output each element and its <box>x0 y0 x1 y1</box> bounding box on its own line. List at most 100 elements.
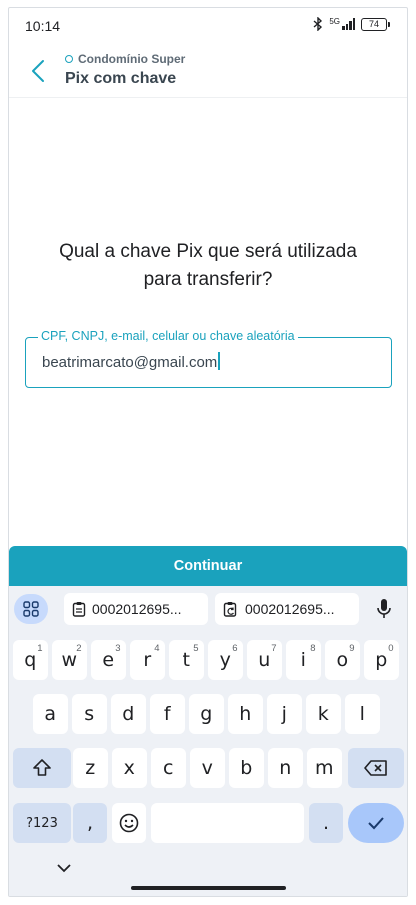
hide-keyboard-icon[interactable] <box>54 860 74 876</box>
shift-icon <box>33 759 51 776</box>
key-label: e <box>102 649 115 671</box>
key-label: m <box>314 757 334 779</box>
bluetooth-icon <box>313 17 323 31</box>
key-y[interactable]: y6 <box>208 640 243 680</box>
key-label: n <box>279 757 292 779</box>
key-label: g <box>200 703 213 725</box>
key-hint: 7 <box>271 643 277 654</box>
key-e[interactable]: e3 <box>91 640 126 680</box>
question-text: Qual a chave Pix que será utilizada para… <box>59 241 357 290</box>
key-hint: 0 <box>388 643 394 654</box>
key-label: x <box>123 757 135 779</box>
period-key[interactable]: . <box>309 803 343 843</box>
key-label: t <box>182 649 190 671</box>
key-label: f <box>163 703 171 725</box>
key-a[interactable]: a <box>33 694 68 734</box>
battery-icon: 74 <box>361 17 390 31</box>
header-subtitle: Condomínio Super <box>65 52 185 66</box>
key-r[interactable]: r4 <box>130 640 165 680</box>
emoji-icon <box>119 813 139 833</box>
space-key[interactable] <box>151 803 304 843</box>
home-indicator[interactable] <box>131 886 286 890</box>
continue-button[interactable]: Continuar <box>9 546 407 586</box>
key-label: s <box>84 703 95 725</box>
backspace-icon <box>364 760 387 776</box>
key-v[interactable]: v <box>190 748 225 788</box>
key-x[interactable]: x <box>112 748 147 788</box>
comma-key[interactable]: , <box>73 803 107 843</box>
symbols-key[interactable]: ?123 <box>13 803 71 843</box>
soft-keyboard: 0002012695... 0002012695... q1w2e3r4t5y6… <box>9 586 407 896</box>
key-label: p <box>375 649 388 671</box>
key-label: l <box>359 703 365 725</box>
clipboard-suggestion-1[interactable]: 0002012695... <box>64 593 208 625</box>
key-s[interactable]: s <box>72 694 107 734</box>
key-label: k <box>317 703 329 725</box>
key-label: j <box>281 703 287 725</box>
clipboard-sync-icon <box>223 602 237 617</box>
navigation-bar <box>9 848 407 896</box>
key-label: a <box>44 703 57 725</box>
key-label: y <box>219 649 231 671</box>
enter-key[interactable] <box>348 803 404 843</box>
key-n[interactable]: n <box>268 748 303 788</box>
clipboard-icon <box>72 602 86 617</box>
clipboard-suggestion-2[interactable]: 0002012695... <box>215 593 359 625</box>
key-m[interactable]: m <box>307 748 342 788</box>
status-icons: 5G 74 <box>313 16 390 31</box>
key-label: w <box>61 649 78 671</box>
key-label: o <box>336 649 349 671</box>
key-u[interactable]: u7 <box>247 640 282 680</box>
key-d[interactable]: d <box>111 694 146 734</box>
page-title: Pix com chave <box>65 70 177 87</box>
emoji-key[interactable] <box>112 803 146 843</box>
key-b[interactable]: b <box>229 748 264 788</box>
key-label: d <box>122 703 135 725</box>
key-hint: 3 <box>115 643 121 654</box>
keyboard-suggestion-bar: 0002012695... 0002012695... <box>9 586 407 630</box>
pix-key-label: CPF, CNPJ, e-mail, celular ou chave alea… <box>38 329 298 343</box>
key-f[interactable]: f <box>150 694 185 734</box>
key-label: z <box>85 757 96 779</box>
backspace-key[interactable] <box>348 748 404 788</box>
back-arrow-icon[interactable] <box>27 58 49 84</box>
key-hint: 2 <box>76 643 82 654</box>
apps-grid-icon[interactable] <box>14 594 48 624</box>
key-hint: 6 <box>232 643 238 654</box>
key-label: i <box>300 649 306 671</box>
key-label: q <box>24 649 37 671</box>
key-h[interactable]: h <box>228 694 263 734</box>
key-hint: 9 <box>349 643 355 654</box>
text-cursor <box>218 352 221 370</box>
key-g[interactable]: g <box>189 694 224 734</box>
key-label: h <box>239 703 252 725</box>
pix-key-input[interactable]: CPF, CNPJ, e-mail, celular ou chave alea… <box>25 329 392 388</box>
status-bar: 10:14 5G 74 <box>9 8 407 44</box>
key-o[interactable]: o9 <box>325 640 360 680</box>
key-label: v <box>201 757 213 779</box>
key-hint: 8 <box>310 643 316 654</box>
app-header: Condomínio Super Pix com chave <box>9 44 407 98</box>
key-label: b <box>240 757 253 779</box>
pix-key-value: beatrimarcato@gmail.com <box>42 352 221 371</box>
key-c[interactable]: c <box>151 748 186 788</box>
key-j[interactable]: j <box>267 694 302 734</box>
circle-icon <box>65 55 73 63</box>
key-hint: 5 <box>193 643 199 654</box>
key-hint: 4 <box>154 643 160 654</box>
network-type: 5G <box>329 16 340 26</box>
key-z[interactable]: z <box>73 748 108 788</box>
shift-key[interactable] <box>13 748 71 788</box>
status-time: 10:14 <box>25 18 61 34</box>
key-q[interactable]: q1 <box>13 640 48 680</box>
key-label: c <box>163 757 174 779</box>
key-l[interactable]: l <box>345 694 380 734</box>
microphone-icon[interactable] <box>369 593 399 625</box>
phone-screen: 10:14 5G 74 Condomínio Super Pix com cha… <box>8 7 408 897</box>
condominium-name: Condomínio Super <box>78 52 186 66</box>
key-t[interactable]: t5 <box>169 640 204 680</box>
key-k[interactable]: k <box>306 694 341 734</box>
key-p[interactable]: p0 <box>364 640 399 680</box>
key-w[interactable]: w2 <box>52 640 87 680</box>
key-i[interactable]: i8 <box>286 640 321 680</box>
